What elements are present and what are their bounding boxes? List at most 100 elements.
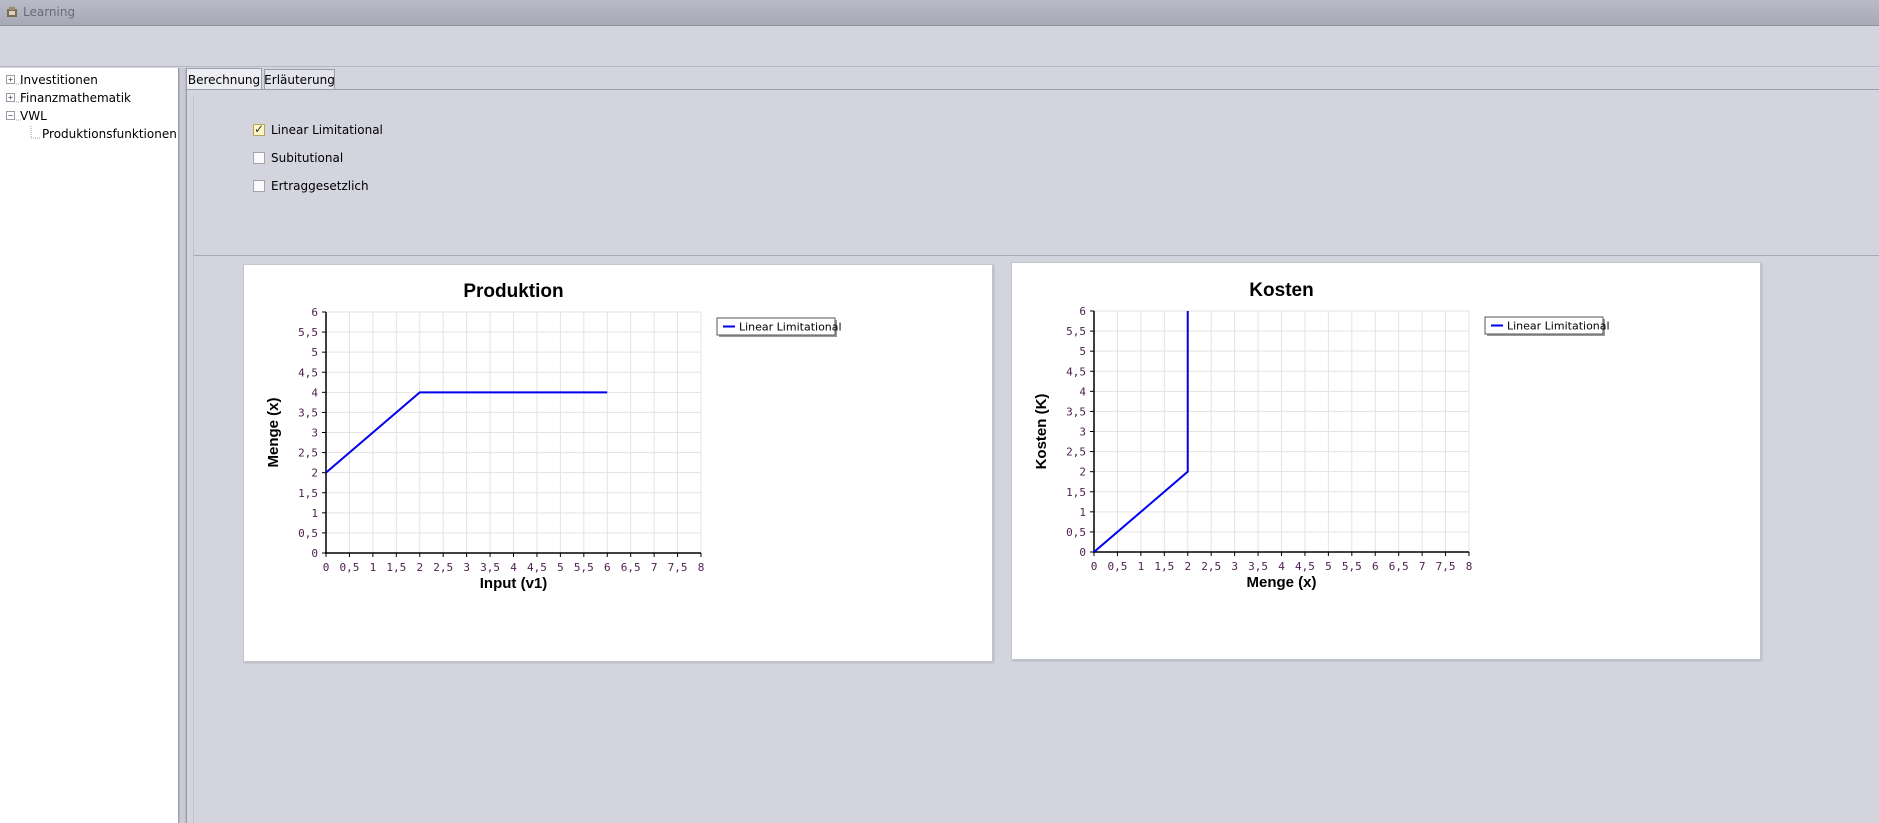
tree-item-vwl[interactable]: − VWL (6, 107, 47, 124)
y-tick-label: 3,5 (298, 406, 318, 419)
y-tick-label: 3 (311, 427, 318, 440)
x-tick-label: 0,5 (340, 561, 360, 574)
x-tick-label: 2 (1184, 560, 1191, 573)
y-tick-label: 1 (311, 507, 318, 520)
chart-kosten-svg: 0 0,5 1 1,5 2 2,5 3 3,5 4 4,5 5 5,5 6 6,5 7 7,5 8 0 0,5 1 1,… (1033, 280, 1610, 591)
x-tick-label: 5,5 (1342, 560, 1362, 573)
y-tick-label: 4 (311, 386, 318, 399)
y-tick-label: 5,5 (1066, 325, 1086, 338)
pane-splitter[interactable] (179, 68, 186, 823)
y-tick-label: 1,5 (1066, 486, 1086, 499)
x-tick-label: 3,5 (1248, 560, 1268, 573)
y-tick-label: 2,5 (298, 447, 318, 460)
chart-kosten: 0 0,5 1 1,5 2 2,5 3 3,5 4 4,5 5 5,5 6 6,5 7 7,5 8 0 0,5 1 1,… (1011, 262, 1761, 660)
option-linear-limitational[interactable]: ✓ Linear Limitational (253, 122, 383, 138)
legend: Linear Limitational (1484, 316, 1610, 336)
x-tick-label: 3 (1231, 560, 1238, 573)
y-tick-label: 2 (1079, 466, 1086, 479)
option-label: Subitutional (271, 151, 344, 165)
legend-label: Linear Limitational (739, 321, 842, 334)
tab-label: Erläuterung (264, 72, 335, 87)
tab-label: Berechnung (187, 72, 261, 87)
x-tick-label: 2,5 (1201, 560, 1221, 573)
tree-item-label: VWL (20, 108, 47, 123)
y-tick-label: 1 (1079, 506, 1086, 519)
x-tick-label: 6 (1372, 560, 1379, 573)
y-tick-label: 0 (1079, 546, 1086, 559)
legend-label: Linear Limitational (1507, 320, 1610, 333)
title-bar: Learning (0, 0, 1879, 26)
y-axis-label: Menge (x) (265, 397, 282, 467)
tab-berechnung[interactable]: Berechnung (186, 68, 262, 90)
y-tick-label: 4 (1079, 385, 1086, 398)
expand-icon[interactable]: + (6, 75, 15, 84)
collapse-icon[interactable]: − (6, 111, 15, 120)
x-tick-label: 5,5 (574, 561, 594, 574)
x-tick-label: 2,5 (433, 561, 453, 574)
x-tick-label: 7 (1419, 560, 1426, 573)
y-tick-label: 2,5 (1066, 446, 1086, 459)
x-tick-label: 1,5 (386, 561, 406, 574)
chart-produktion: 0 0,5 1 1,5 2 2,5 3 3,5 4 4,5 5 5,5 6 6,5 7 7,5 8 0 0,5 1 1,… (243, 264, 993, 662)
navigation-tree: + Investitionen + Finanzmathematik − VWL… (0, 68, 179, 823)
y-tick-label: 4,5 (1066, 365, 1086, 378)
chart-title: Produktion (463, 281, 563, 302)
y-tick-label: 3 (1079, 426, 1086, 439)
x-tick-label: 0 (323, 561, 330, 574)
y-tick-label: 0,5 (1066, 526, 1086, 539)
x-tick-label: 1 (1138, 560, 1145, 573)
x-tick-label: 3,5 (480, 561, 500, 574)
y-tick-label: 2 (311, 467, 318, 480)
x-tick-label: 4 (510, 561, 517, 574)
x-tick-label: 4 (1278, 560, 1285, 573)
x-tick-label: 4,5 (1295, 560, 1315, 573)
tree-item-finanzmathematik[interactable]: + Finanzmathematik (6, 89, 131, 106)
option-ertraggesetzlich[interactable]: Ertraggesetzlich (253, 178, 369, 194)
y-axis-label: Kosten (K) (1033, 394, 1050, 470)
x-tick-label: 3 (463, 561, 470, 574)
y-tick-label: 3,5 (1066, 405, 1086, 418)
x-tick-label: 0,5 (1108, 560, 1128, 573)
tree-item-label: Finanzmathematik (20, 90, 131, 105)
x-tick-label: 1 (370, 561, 377, 574)
tree-item-label: Investitionen (20, 72, 98, 87)
expand-icon[interactable]: + (6, 93, 15, 102)
y-tick-label: 4,5 (298, 366, 318, 379)
x-tick-label: 8 (698, 561, 705, 574)
x-tick-label: 1,5 (1154, 560, 1174, 573)
x-tick-label: 6 (604, 561, 611, 574)
tree-item-investitionen[interactable]: + Investitionen (6, 71, 98, 88)
y-tick-label: 5 (1079, 345, 1086, 358)
y-tick-label: 1,5 (298, 487, 318, 500)
x-tick-label: 6,5 (621, 561, 641, 574)
chart-title: Kosten (1249, 280, 1313, 301)
option-subitutional[interactable]: Subitutional (253, 150, 343, 166)
x-tick-label: 7,5 (1436, 560, 1456, 573)
options-panel: ✓ Linear Limitational Subitutional Ertra… (193, 97, 1879, 256)
x-axis-label: Input (v1) (480, 575, 548, 592)
option-label: Linear Limitational (271, 123, 383, 137)
x-tick-label: 5 (1325, 560, 1332, 573)
window-title: Learning (23, 5, 76, 19)
tab-erlaeuterung[interactable]: Erläuterung (264, 69, 335, 89)
x-tick-label: 5 (557, 561, 564, 574)
checkbox[interactable] (253, 180, 265, 192)
y-tick-label: 6 (1079, 305, 1086, 318)
toolbar (0, 26, 1879, 67)
chart-produktion-svg: 0 0,5 1 1,5 2 2,5 3 3,5 4 4,5 5 5,5 6 6,5 7 7,5 8 0 0,5 1 1,… (265, 281, 842, 592)
y-tick-label: 0 (311, 547, 318, 560)
x-tick-label: 7,5 (668, 561, 688, 574)
checkbox[interactable] (253, 152, 265, 164)
x-axis-label: Menge (x) (1246, 574, 1316, 591)
x-tick-label: 8 (1466, 560, 1473, 573)
x-tick-label: 4,5 (527, 561, 547, 574)
legend: Linear Limitational (716, 317, 842, 337)
option-label: Ertraggesetzlich (271, 179, 369, 193)
x-tick-label: 6,5 (1389, 560, 1409, 573)
y-tick-label: 6 (311, 306, 318, 319)
checkmark-icon: ✓ (254, 122, 265, 136)
app-icon (7, 7, 17, 17)
checkbox[interactable]: ✓ (253, 122, 265, 136)
tree-item-produktionsfunktionen[interactable]: Produktionsfunktionen (42, 125, 177, 142)
y-tick-label: 5,5 (298, 326, 318, 339)
